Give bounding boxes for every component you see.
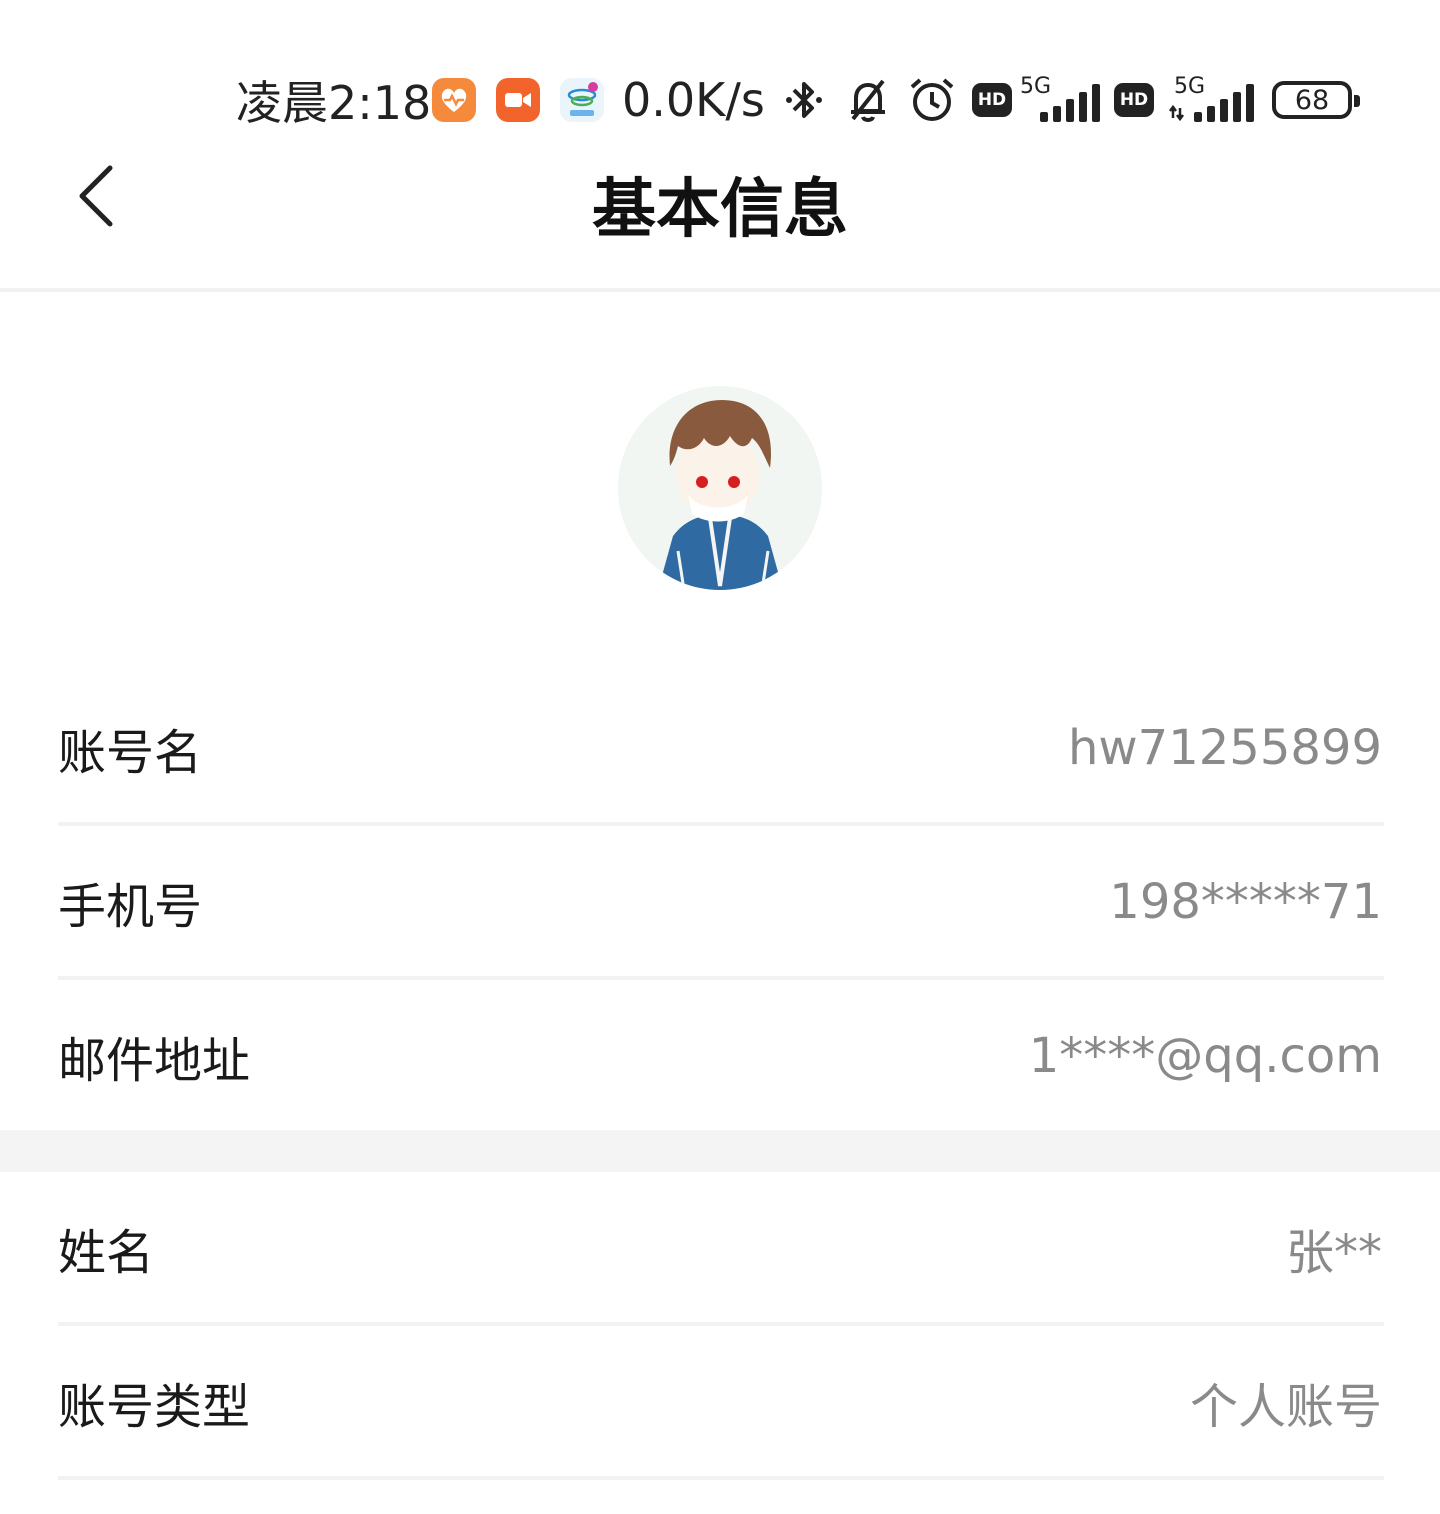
- header-divider: [0, 288, 1440, 292]
- row-divider: [58, 1476, 1384, 1480]
- row-value: 198*****71: [1109, 874, 1382, 930]
- row-value: hw71255899: [1068, 720, 1382, 776]
- row-real-name[interactable]: 姓名 张**: [0, 1172, 1440, 1324]
- row-account-type[interactable]: 账号类型 个人账号: [0, 1326, 1440, 1478]
- network-type-2: 5G: [1174, 74, 1206, 99]
- page-title: 基本信息: [592, 173, 848, 247]
- row-label: 邮件地址: [58, 1033, 251, 1089]
- signal-icon: 5G: [1018, 70, 1104, 130]
- top-nav: 基本信息: [0, 140, 1440, 290]
- health-app-icon: [432, 70, 476, 130]
- row-value: 张**: [1285, 1225, 1382, 1281]
- hd-badge-2: HD: [1114, 70, 1154, 130]
- network-speed: 0.0K/s: [622, 73, 765, 127]
- status-time: 凌晨2:18: [236, 76, 432, 130]
- row-value: 1****@qq.com: [1028, 1028, 1382, 1084]
- row-label: 手机号: [58, 879, 203, 935]
- status-bar: 凌晨2:18 0.0K/s HD 5G HD 5G 68: [0, 0, 1440, 140]
- signal-icon: 5G: [1168, 70, 1258, 130]
- mute-bell-icon: [843, 70, 893, 130]
- bluetooth-icon: [780, 70, 828, 130]
- row-label: 账号类型: [58, 1379, 251, 1435]
- battery-indicator: 68: [1272, 70, 1360, 130]
- avatar-illustration: [618, 386, 822, 590]
- row-label: 姓名: [58, 1225, 155, 1281]
- carrier-app-icon: [560, 70, 604, 130]
- row-account-name[interactable]: 账号名 hw71255899: [0, 672, 1440, 824]
- alarm-icon: [906, 70, 958, 130]
- section-gap: [0, 1130, 1440, 1172]
- battery-level: 68: [1272, 81, 1360, 119]
- row-label: 账号名: [58, 725, 203, 781]
- row-phone[interactable]: 手机号 198*****71: [0, 826, 1440, 978]
- row-value: 个人账号: [1189, 1379, 1382, 1435]
- hd-badge-1: HD: [972, 70, 1012, 130]
- avatar[interactable]: [618, 386, 822, 590]
- video-app-icon: [496, 70, 540, 130]
- row-email[interactable]: 邮件地址 1****@qq.com: [0, 980, 1440, 1132]
- network-type-1: 5G: [1020, 74, 1052, 99]
